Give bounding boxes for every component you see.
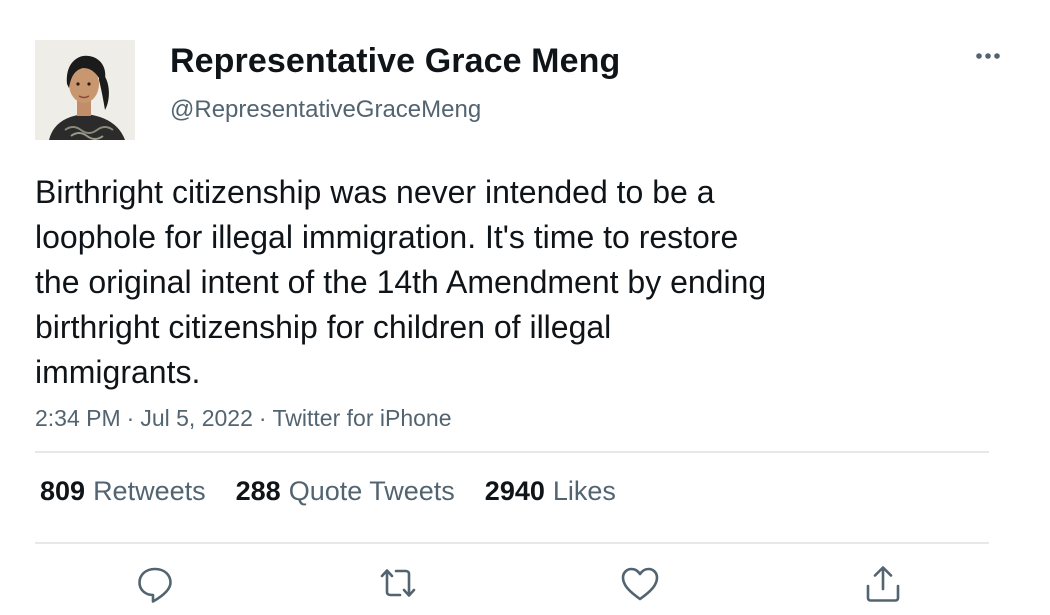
likes-count: 2940 — [484, 476, 545, 506]
tweet-text: Birthright citizenship was never intende… — [35, 170, 935, 395]
retweets-stat[interactable]: 809 Retweets — [40, 476, 206, 507]
quote-tweets-count: 288 — [235, 476, 281, 506]
display-name[interactable]: Representative Grace Meng — [170, 42, 620, 81]
like-button[interactable] — [618, 562, 662, 606]
avatar[interactable] — [35, 40, 135, 140]
tweet-date[interactable]: Jul 5, 2022 — [140, 405, 253, 431]
retweets-label: Retweets — [93, 476, 206, 506]
more-options-button[interactable] — [968, 40, 1008, 72]
meta-separator: · — [258, 405, 267, 431]
retweet-icon — [380, 569, 416, 597]
share-icon — [866, 566, 900, 602]
reply-button[interactable] — [133, 562, 177, 606]
share-button[interactable] — [861, 562, 905, 606]
tweet-meta: 2:34 PM · Jul 5, 2022 · Twitter for iPhone — [35, 405, 452, 432]
profile-photo — [35, 40, 135, 140]
quote-tweets-label: Quote Tweets — [288, 476, 455, 506]
tweet-text-line: loophole for illegal immigration. It's t… — [35, 219, 739, 255]
more-horizontal-icon — [976, 53, 1000, 59]
tweet-source[interactable]: Twitter for iPhone — [273, 405, 452, 431]
quote-tweets-stat[interactable]: 288 Quote Tweets — [236, 476, 455, 507]
tweet-text-line: the original intent of the 14th Amendmen… — [35, 264, 767, 300]
like-icon — [621, 567, 659, 601]
tweet-time[interactable]: 2:34 PM — [35, 405, 121, 431]
tweet-text-line: Birthright citizenship was never intende… — [35, 174, 715, 210]
retweets-count: 809 — [40, 476, 86, 506]
tweet-text-line: immigrants. — [35, 354, 201, 390]
tweet-text-line: birthright citizenship for children of i… — [35, 309, 612, 345]
likes-label: Likes — [552, 476, 616, 506]
user-handle[interactable]: @RepresentativeGraceMeng — [170, 96, 481, 124]
retweet-button[interactable] — [376, 562, 420, 606]
likes-stat[interactable]: 2940 Likes — [485, 476, 616, 507]
reply-icon — [138, 567, 172, 603]
divider-bottom — [35, 542, 989, 544]
meta-separator: · — [126, 405, 135, 431]
tweet-stats: 809 Retweets 288 Quote Tweets 2940 Likes — [40, 476, 616, 507]
divider-top — [35, 451, 989, 453]
